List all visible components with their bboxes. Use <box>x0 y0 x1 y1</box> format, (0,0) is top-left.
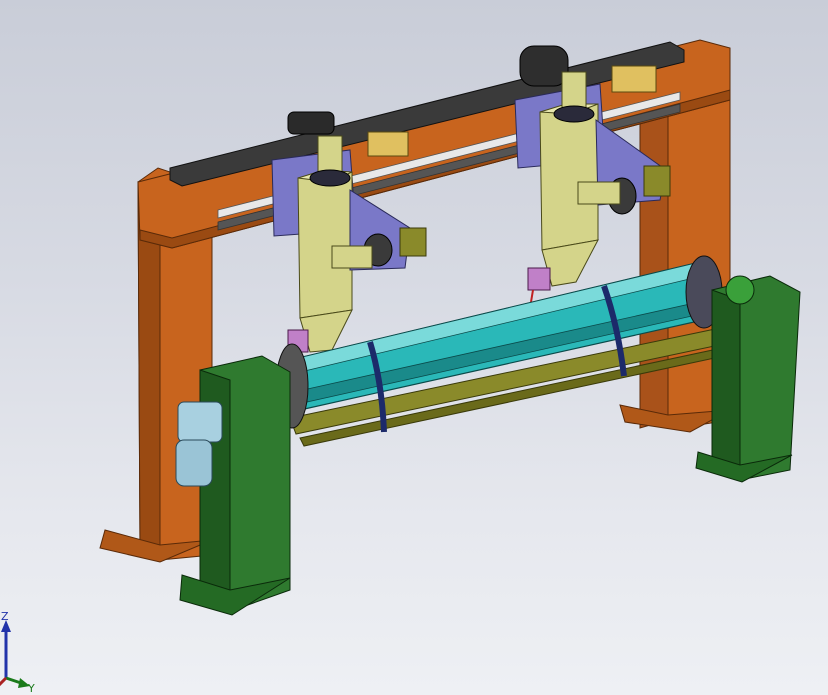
welding-positioner-model[interactable] <box>0 0 828 695</box>
y-axis-label: Y <box>27 682 35 695</box>
x-axis-arrow <box>0 676 8 687</box>
right-tailstock <box>695 275 801 483</box>
axis-triad: Z Y <box>0 610 35 695</box>
cad-viewport[interactable]: Z Y <box>0 0 828 695</box>
z-axis-label: Z <box>1 610 9 623</box>
